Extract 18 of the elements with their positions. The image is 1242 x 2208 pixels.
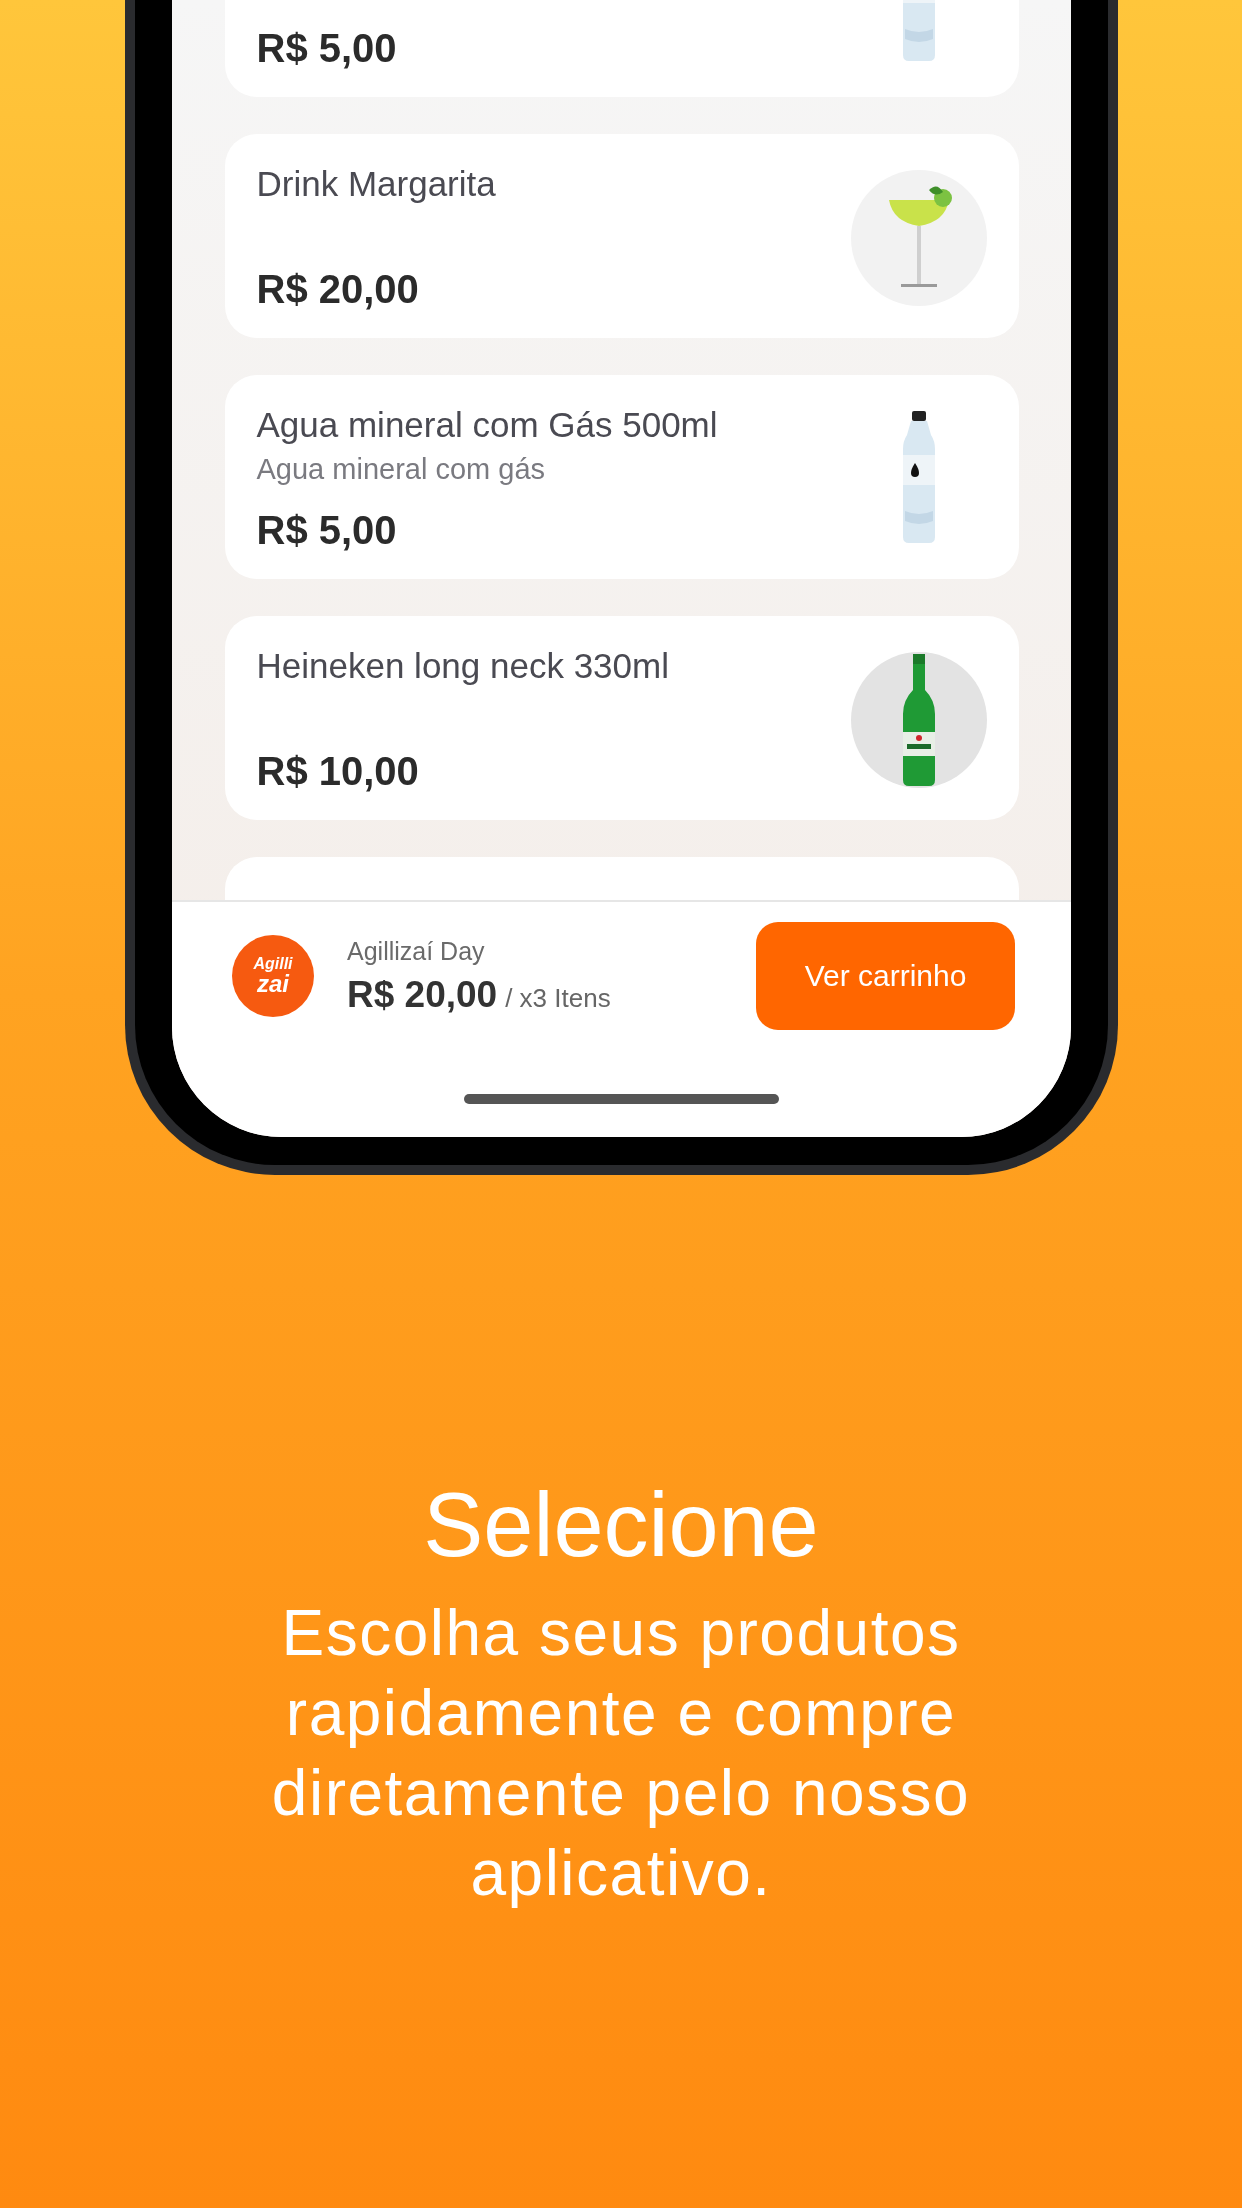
product-card[interactable]: Drink Margarita R$ 20,00 (224, 134, 1019, 338)
product-title: Agua mineral com Gás 500ml (256, 405, 718, 445)
product-price: R$ 10,00 (256, 749, 420, 794)
cart-total: R$ 20,00 (347, 973, 498, 1015)
product-card[interactable]: R$ 5,00 (224, 0, 1019, 97)
product-description: Agua mineral com gás (256, 453, 547, 486)
promo-title: Selecione (423, 1474, 819, 1577)
product-price: R$ 5,00 (256, 508, 398, 553)
product-card[interactable]: Heineken long neck 330ml R$ 10,00 (224, 616, 1019, 820)
store-name: Agillizaí Day (347, 936, 486, 966)
product-title: Drink Margarita (256, 164, 496, 204)
item-count: / x3 Itens (505, 982, 611, 1013)
product-price: R$ 5,00 (256, 26, 397, 71)
product-card[interactable]: Agua mineral com Gás 500ml Agua mineral com gás R$ 5,00 (224, 375, 1019, 579)
product-title: Heineken long neck 330ml (256, 646, 669, 686)
promo-description: Escolha seus produtos rapidamente e compre diretamente pelo nosso aplicativo. (270, 1596, 972, 1911)
store-logo: Agilli zai (232, 935, 314, 1017)
product-price: R$ 20,00 (256, 267, 420, 312)
